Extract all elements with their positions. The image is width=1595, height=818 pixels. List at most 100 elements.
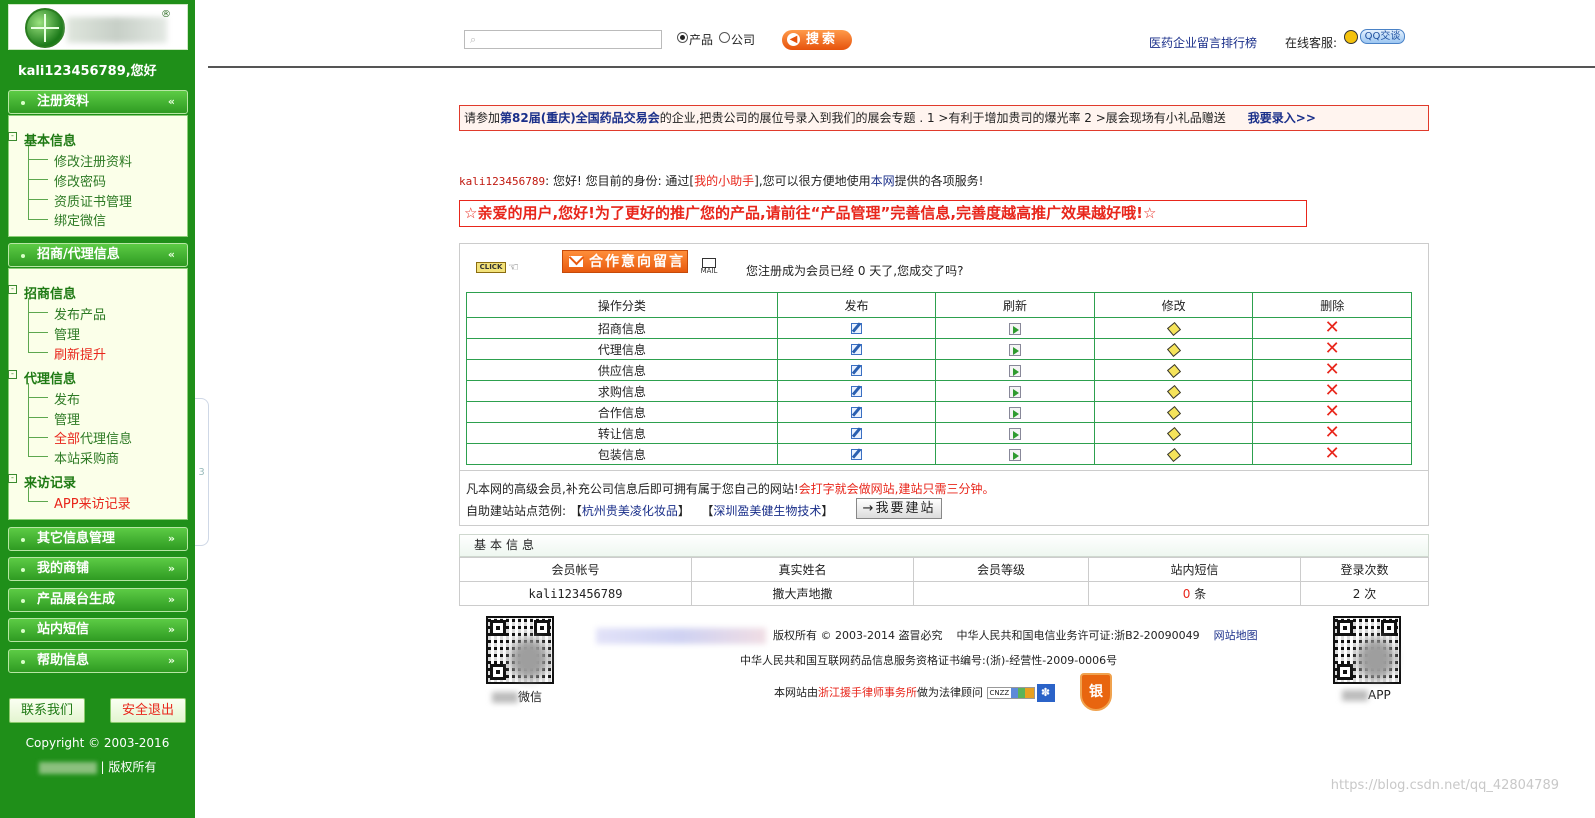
build-site-button[interactable]: →我要建站 xyxy=(856,498,942,519)
publish-edit-icon[interactable] xyxy=(850,407,862,418)
refresh-page-icon[interactable] xyxy=(1009,385,1022,398)
cnzz-badge-icon[interactable]: CNZZ xyxy=(986,687,1035,699)
refresh-action[interactable] xyxy=(935,338,1095,360)
refresh-action[interactable] xyxy=(935,317,1095,339)
delete-x-icon[interactable]: ✕ xyxy=(1325,403,1340,421)
delete-x-icon[interactable]: ✕ xyxy=(1325,340,1340,358)
link-bind-wechat[interactable]: 绑定微信 xyxy=(54,210,106,229)
baidu-paw-icon[interactable]: ✽ xyxy=(1036,684,1055,702)
publish-edit-icon[interactable] xyxy=(850,386,862,397)
link-local-buyers[interactable]: 本站采购商 xyxy=(54,448,119,467)
sidebar-collapse-handle[interactable]: 3 xyxy=(195,398,209,546)
delete-action[interactable]: ✕ xyxy=(1252,443,1412,465)
link-publish-agency[interactable]: 发布 xyxy=(54,389,80,408)
pencil-icon[interactable] xyxy=(1166,363,1181,378)
pencil-icon[interactable] xyxy=(1166,447,1181,462)
publish-action[interactable] xyxy=(776,338,937,360)
refresh-page-icon[interactable] xyxy=(1009,343,1022,356)
modify-action[interactable] xyxy=(1093,317,1254,339)
tree-group-agency[interactable]: - 代理信息 xyxy=(8,368,76,387)
refresh-page-icon[interactable] xyxy=(1009,406,1022,419)
modify-action[interactable] xyxy=(1093,338,1254,360)
menu-my-shop[interactable]: 我的商铺 » xyxy=(8,557,188,581)
link-app-visits[interactable]: APP来访记录 xyxy=(54,493,131,512)
delete-action[interactable]: ✕ xyxy=(1252,338,1412,360)
pencil-icon[interactable] xyxy=(1166,342,1181,357)
pencil-icon[interactable] xyxy=(1166,426,1181,441)
refresh-page-icon[interactable] xyxy=(1009,448,1022,461)
refresh-action[interactable] xyxy=(935,443,1095,465)
link-refresh-boost[interactable]: 刷新提升 xyxy=(54,344,106,363)
radio-company[interactable] xyxy=(719,32,730,43)
helper-link[interactable]: 我的小助手 xyxy=(694,174,754,188)
delete-x-icon[interactable]: ✕ xyxy=(1325,445,1340,463)
qq-chat-button[interactable]: QQ交谈 xyxy=(1360,29,1405,44)
menu-registration[interactable]: 注册资料 « xyxy=(8,90,188,114)
modify-action[interactable] xyxy=(1093,359,1254,381)
tree-group-investment[interactable]: - 招商信息 xyxy=(8,283,76,302)
ranking-link[interactable]: 医药企业留言排行榜 xyxy=(1149,34,1257,51)
delete-x-icon[interactable]: ✕ xyxy=(1325,424,1340,442)
delete-action[interactable]: ✕ xyxy=(1252,401,1412,423)
messages-value[interactable]: 0 条 xyxy=(1088,581,1301,606)
refresh-action[interactable] xyxy=(935,380,1095,402)
mail-icon[interactable]: MAIL xyxy=(700,258,718,276)
site-link[interactable]: 本网 xyxy=(871,174,895,188)
sitemap-link[interactable]: 网站地图 xyxy=(1214,629,1258,642)
link-certificates[interactable]: 资质证书管理 xyxy=(54,191,132,210)
example-link-shenzhen[interactable]: 深圳盈美健生物技术 xyxy=(713,504,821,518)
menu-site-messages[interactable]: 站内短信 » xyxy=(8,618,188,642)
refresh-page-icon[interactable] xyxy=(1009,322,1022,335)
delete-x-icon[interactable]: ✕ xyxy=(1325,361,1340,379)
link-all-agency[interactable]: 全部代理信息 xyxy=(54,428,132,447)
logout-button[interactable]: 安全退出 xyxy=(110,698,186,723)
modify-action[interactable] xyxy=(1093,380,1254,402)
law-firm-link[interactable]: 浙江援手律师事务所 xyxy=(818,686,917,699)
publish-edit-icon[interactable] xyxy=(850,344,862,355)
refresh-action[interactable] xyxy=(935,359,1095,381)
link-edit-registration[interactable]: 修改注册资料 xyxy=(54,151,132,170)
delete-x-icon[interactable]: ✕ xyxy=(1325,382,1340,400)
refresh-action[interactable] xyxy=(935,401,1095,423)
refresh-page-icon[interactable] xyxy=(1009,364,1022,377)
modify-action[interactable] xyxy=(1093,422,1254,444)
link-change-password[interactable]: 修改密码 xyxy=(54,171,106,190)
search-button[interactable]: ◀ 搜索 xyxy=(782,30,852,50)
delete-action[interactable]: ✕ xyxy=(1252,317,1412,339)
pencil-icon[interactable] xyxy=(1166,384,1181,399)
cooperation-message-button[interactable]: 合作意向留言 xyxy=(562,250,688,273)
radio-product[interactable] xyxy=(677,32,688,43)
menu-other-info[interactable]: 其它信息管理 » xyxy=(8,527,188,551)
tree-group-basic-info[interactable]: - 基本信息 xyxy=(8,130,76,149)
menu-product-showcase[interactable]: 产品展台生成 » xyxy=(8,588,188,612)
publish-edit-icon[interactable] xyxy=(850,365,862,376)
refresh-action[interactable] xyxy=(935,422,1095,444)
modify-action[interactable] xyxy=(1093,443,1254,465)
publish-edit-icon[interactable] xyxy=(850,323,862,334)
delete-action[interactable]: ✕ xyxy=(1252,422,1412,444)
publish-action[interactable] xyxy=(776,317,937,339)
link-manage-agency[interactable]: 管理 xyxy=(54,409,80,428)
contact-us-button[interactable]: 联系我们 xyxy=(9,698,85,723)
delete-x-icon[interactable]: ✕ xyxy=(1325,319,1340,337)
site-logo[interactable]: ® xyxy=(8,4,188,50)
publish-action[interactable] xyxy=(776,359,937,381)
publish-action[interactable] xyxy=(776,380,937,402)
pencil-icon[interactable] xyxy=(1166,405,1181,420)
link-publish-product[interactable]: 发布产品 xyxy=(54,304,106,323)
example-link-hangzhou[interactable]: 杭州贵美凌化妆品 xyxy=(582,504,678,518)
publish-edit-icon[interactable] xyxy=(850,449,862,460)
publish-action[interactable] xyxy=(776,443,937,465)
link-manage-investment[interactable]: 管理 xyxy=(54,324,80,343)
tree-group-visits[interactable]: - 来访记录 xyxy=(8,472,76,491)
pencil-icon[interactable] xyxy=(1166,321,1181,336)
delete-action[interactable]: ✕ xyxy=(1252,380,1412,402)
bank-shield-icon[interactable]: 银 xyxy=(1080,673,1112,711)
publish-action[interactable] xyxy=(776,401,937,423)
menu-help[interactable]: 帮助信息 » xyxy=(8,649,188,673)
enter-booth-link[interactable]: 我要录入>> xyxy=(1248,111,1316,125)
search-input[interactable] xyxy=(464,30,662,49)
delete-action[interactable]: ✕ xyxy=(1252,359,1412,381)
publish-edit-icon[interactable] xyxy=(850,428,862,439)
refresh-page-icon[interactable] xyxy=(1009,427,1022,440)
